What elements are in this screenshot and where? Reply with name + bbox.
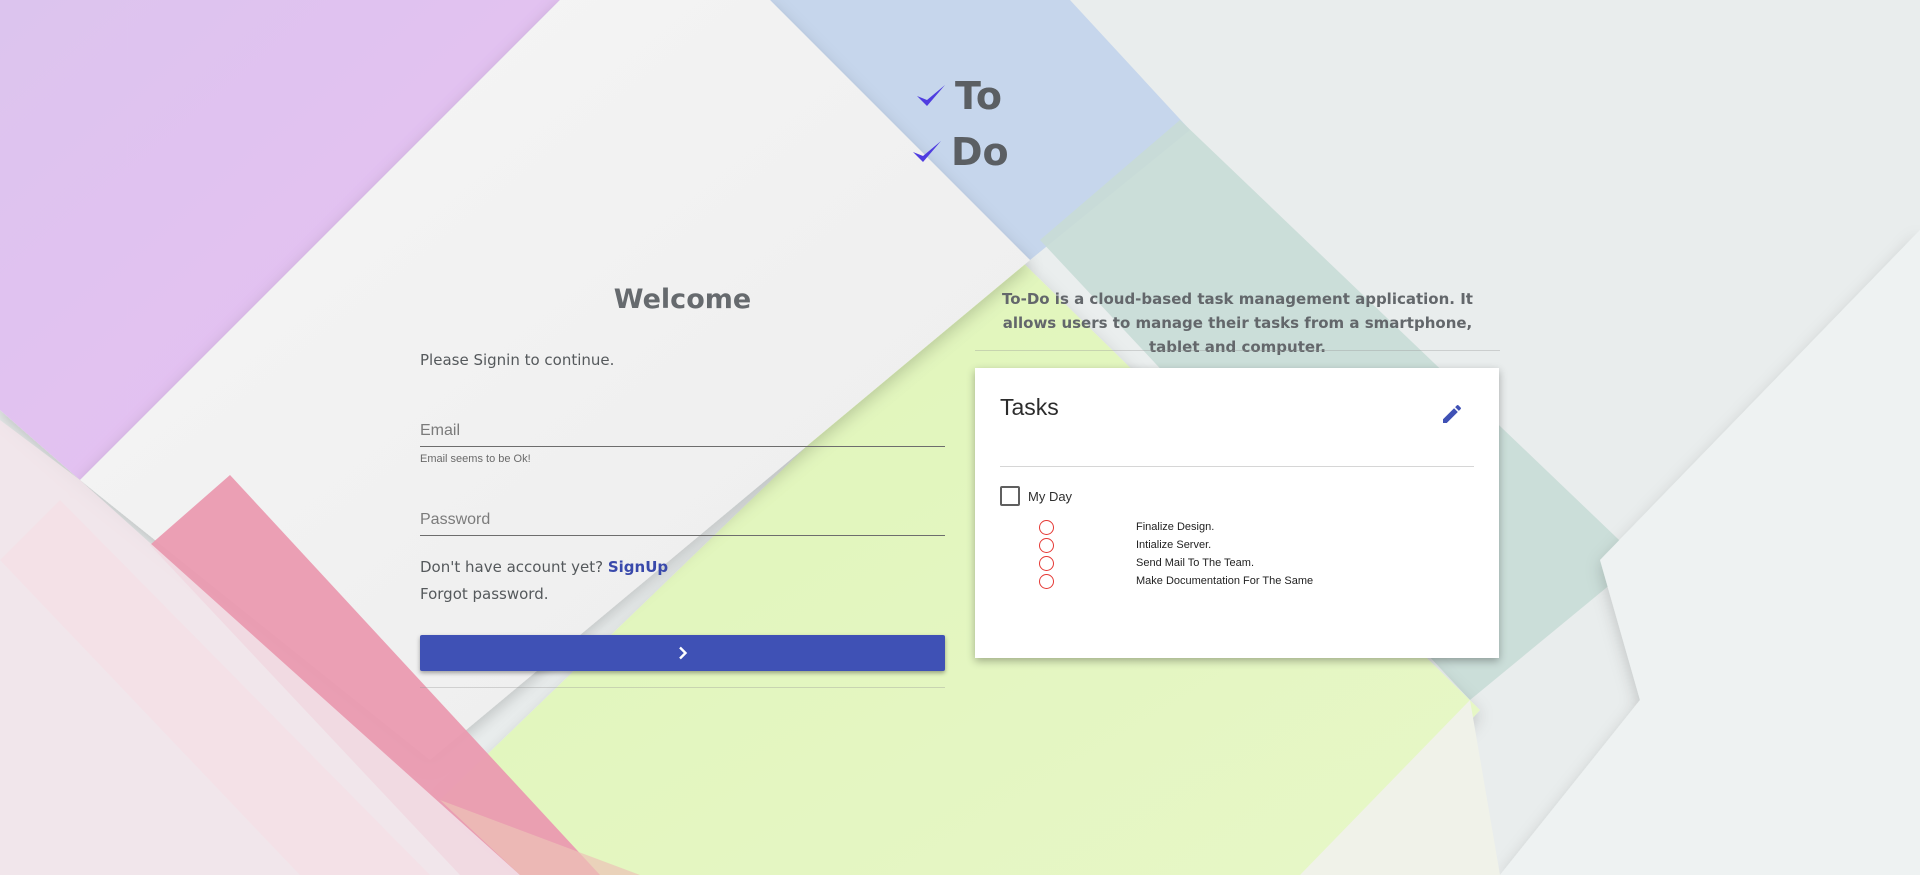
check-icon: [913, 141, 941, 162]
list-item: Make Documentation For The Same: [1039, 572, 1313, 590]
no-account-text: Don't have account yet?: [420, 558, 604, 576]
password-field-wrapper: [420, 507, 945, 536]
my-day-checkbox[interactable]: [1000, 486, 1020, 506]
logo-line-1: To: [915, 68, 1009, 124]
chevron-right-icon: [678, 646, 687, 660]
task-label: Make Documentation For The Same: [1136, 575, 1314, 587]
form-divider: [420, 687, 945, 688]
logo-line-2: Do: [911, 124, 1009, 180]
task-complete-radio[interactable]: [1039, 573, 1054, 589]
email-field-wrapper: [420, 418, 945, 447]
forgot-password-link[interactable]: Forgot password.: [420, 585, 549, 603]
app-description: To-Do is a cloud-based task management a…: [1002, 290, 1473, 356]
task-list: Finalize Design. Intialize Server. Send …: [1039, 518, 1313, 590]
page: To Do Welcome Please Signin to continue.…: [0, 0, 1920, 875]
signup-link[interactable]: SignUp: [608, 558, 668, 576]
task-label: Intialize Server.: [1136, 539, 1212, 551]
password-field[interactable]: [420, 507, 945, 533]
list-item: Send Mail To The Team.: [1039, 554, 1254, 572]
email-hint: Email seems to be Ok!: [420, 453, 531, 465]
description-divider: [975, 350, 1500, 351]
logo-text-to: To: [955, 74, 1002, 118]
page-title: Welcome: [613, 284, 752, 315]
my-day-label: My Day: [1028, 488, 1073, 504]
signin-subtitle: Please Signin to continue.: [420, 351, 615, 369]
signin-submit-button[interactable]: [420, 635, 945, 671]
task-label: Finalize Design.: [1136, 521, 1215, 533]
edit-tasks-button[interactable]: [1440, 402, 1464, 426]
list-item: Intialize Server.: [1039, 536, 1211, 554]
pencil-icon: [1443, 404, 1462, 423]
card-divider: [1000, 466, 1474, 467]
tasks-card: Tasks My Day Finalize Design. Intialize …: [975, 368, 1499, 658]
task-complete-radio[interactable]: [1039, 555, 1054, 571]
signup-prompt: Don't have account yet? SignUp: [420, 558, 668, 576]
my-day-group: My Day: [1000, 486, 1072, 506]
check-icon: [917, 85, 945, 106]
logo-text-do: Do: [951, 130, 1009, 174]
task-complete-radio[interactable]: [1039, 519, 1054, 535]
email-field[interactable]: [420, 418, 945, 444]
tasks-card-title: Tasks: [1000, 394, 1059, 420]
list-item: Finalize Design.: [1039, 518, 1214, 536]
app-logo: To Do: [913, 68, 1009, 180]
task-label: Send Mail To The Team.: [1136, 557, 1255, 569]
task-complete-radio[interactable]: [1039, 537, 1054, 553]
